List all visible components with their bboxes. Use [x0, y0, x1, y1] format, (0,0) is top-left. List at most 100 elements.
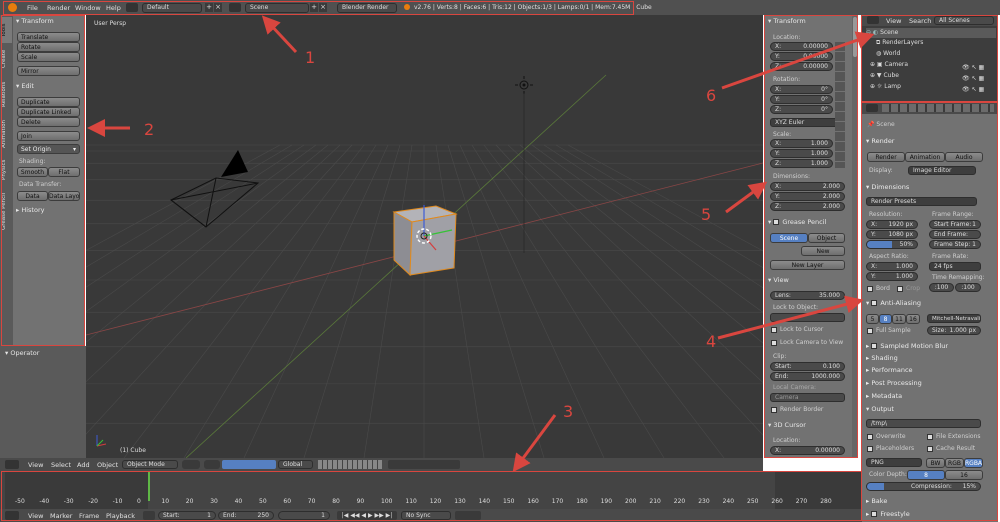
placeholders-checkbox[interactable]: Placeholders	[867, 445, 914, 452]
outliner-item-cube[interactable]: ⊕ ▼ Cube	[870, 72, 899, 79]
crop-checkbox[interactable]: Crop	[897, 285, 920, 292]
bake-section[interactable]: ▸ Bake	[862, 496, 998, 506]
outliner-item-renderlayers[interactable]: ⧉ RenderLayers	[876, 39, 923, 47]
dimension-z-field[interactable]: Z: 2.000	[770, 202, 845, 211]
cache-result-check[interactable]	[927, 445, 933, 452]
full-sample-checkbox[interactable]: Full Sample	[867, 327, 911, 334]
timeline-menu-frame[interactable]: Frame	[79, 512, 99, 520]
display-selector[interactable]: Image Editor	[908, 166, 976, 175]
menu-object[interactable]: Object	[97, 461, 118, 469]
render-border-checkbox[interactable]: Render Border	[771, 406, 823, 413]
join-button[interactable]: Join	[17, 131, 80, 141]
preview-range-icon[interactable]	[143, 511, 155, 520]
aa-size-field[interactable]: Size: 1.000 px	[927, 326, 981, 335]
properties-editor-icon[interactable]	[866, 104, 878, 112]
3d-viewport[interactable]: User Persp (1) Cube	[86, 15, 763, 458]
end-frame-field[interactable]: End: 250	[218, 511, 274, 520]
motion-blur-check[interactable]	[871, 343, 878, 349]
clip-end-field[interactable]: End: 1000.000	[770, 372, 845, 381]
mirror-button[interactable]: Mirror	[17, 66, 80, 76]
remap-new-field[interactable]: :100	[955, 283, 981, 292]
context-tabs[interactable]	[882, 104, 994, 112]
mode-selector[interactable]: Object Mode	[122, 460, 178, 469]
operator-title[interactable]: ▾ Operator	[5, 349, 39, 357]
anti-aliasing-section[interactable]: ▾ Anti-Aliasing	[862, 298, 998, 308]
end-frame-prop[interactable]: End Frame:250	[929, 230, 981, 239]
render-border-check[interactable]	[771, 406, 777, 413]
start-frame-prop[interactable]: Start Frame: 1	[929, 220, 981, 229]
aa-samples-5[interactable]: 5	[866, 314, 879, 324]
output-path-field[interactable]: /tmp\	[866, 419, 981, 428]
tab-relations[interactable]: Relations	[1, 75, 12, 113]
outliner-item-camera[interactable]: ⊕ ▣ Camera	[870, 61, 908, 68]
remove-scene-icon[interactable]: ×	[319, 3, 327, 12]
scene-icon[interactable]	[229, 3, 241, 12]
orientation-selector[interactable]: Global	[278, 460, 313, 469]
lock-to-cursor-checkbox[interactable]: Lock to Cursor	[771, 326, 823, 333]
render-section[interactable]: ▾ Render	[862, 136, 998, 146]
tab-tools[interactable]: Tools	[1, 17, 12, 43]
compression-slider[interactable]: Compression: 15%	[866, 482, 981, 491]
file-extensions-checkbox[interactable]: File Extensions	[927, 433, 981, 440]
render-engine-selector[interactable]: Blender Render	[337, 3, 397, 13]
audio-button[interactable]: Audio	[945, 152, 983, 162]
outliner-editor-icon[interactable]	[867, 16, 879, 24]
shading-section[interactable]: ▸ Shading	[862, 353, 998, 363]
start-frame-field[interactable]: Start: 1	[158, 511, 216, 520]
timeline-menu-playback[interactable]: Playback	[106, 512, 135, 520]
timeline-editor-icon[interactable]	[5, 511, 19, 520]
visibility-icons[interactable]: 👁 ↖ ▦ 👁 ↖ ▦ 👁 ↖ ▦	[962, 62, 984, 95]
sync-selector[interactable]: No Sync	[401, 511, 451, 520]
outliner-item-world[interactable]: ◍ World	[876, 50, 900, 57]
color-depth-16[interactable]: 16	[945, 470, 983, 480]
frame-rate-selector[interactable]: 24 fps	[929, 262, 981, 271]
dimension-x-field[interactable]: X: 2.000	[770, 182, 845, 191]
menu-view[interactable]: View	[28, 461, 43, 469]
layout-icon[interactable]	[126, 3, 138, 12]
location-z-field[interactable]: Z: 0.00000	[770, 62, 833, 71]
aa-samples-16[interactable]: 16	[906, 314, 920, 324]
location-y-field[interactable]: Y: 0.00000	[770, 52, 833, 61]
cursor-x-field[interactable]: X: 0.00000	[770, 446, 845, 455]
current-frame-marker[interactable]	[148, 471, 150, 501]
manipulator-toggle[interactable]	[222, 460, 276, 469]
snap-tools[interactable]	[388, 460, 460, 469]
lock-cursor-check[interactable]	[771, 326, 777, 333]
remove-layout-icon[interactable]: ×	[214, 3, 222, 12]
camera-object[interactable]	[166, 150, 276, 240]
file-format-selector[interactable]: PNG	[866, 458, 922, 467]
data-button[interactable]: Data	[17, 191, 48, 201]
duplicate-button[interactable]: Duplicate	[17, 97, 80, 107]
rotation-y-field[interactable]: Y: 0°	[770, 95, 833, 104]
menu-add[interactable]: Add	[77, 461, 90, 469]
freestyle-check[interactable]	[871, 511, 878, 517]
shading-selector[interactable]	[182, 460, 200, 469]
gp-new-button[interactable]: New	[801, 246, 845, 256]
delete-button[interactable]: Delete	[17, 117, 80, 127]
editor-type-icon[interactable]	[5, 460, 19, 469]
motion-blur-section[interactable]: ▸ Sampled Motion Blur	[862, 341, 998, 351]
gp-scene-button[interactable]: Scene	[770, 233, 808, 243]
rotation-mode-selector[interactable]: XYZ Euler	[770, 118, 845, 127]
dimensions-section[interactable]: ▾ Dimensions	[862, 182, 998, 192]
scale-z-field[interactable]: Z: 1.000	[770, 159, 833, 168]
resolution-y-field[interactable]: Y: 1080 px	[866, 230, 918, 239]
lock-object-field[interactable]	[770, 313, 845, 322]
scale-x-field[interactable]: X: 1.000	[770, 139, 833, 148]
gp-new-layer-button[interactable]: New Layer	[770, 260, 845, 270]
npanel-scrollbar[interactable]	[852, 15, 858, 458]
layout-selector[interactable]: Default	[142, 3, 202, 13]
keying-icon[interactable]	[455, 511, 481, 520]
rotation-z-field[interactable]: Z: 0°	[770, 105, 833, 114]
file-extensions-check[interactable]	[927, 433, 933, 440]
aspect-x-field[interactable]: X: 1.000	[866, 262, 918, 271]
frame-step-prop[interactable]: Frame Step: 1	[929, 240, 981, 249]
menu-window[interactable]: Window	[75, 4, 101, 12]
overwrite-check[interactable]	[867, 433, 873, 440]
overwrite-checkbox[interactable]: Overwrite	[867, 433, 906, 440]
border-checkbox[interactable]: Bord	[867, 285, 890, 292]
tab-physics[interactable]: Physics	[1, 155, 12, 185]
rotate-button[interactable]: Rotate	[17, 42, 80, 52]
resolution-percent-slider[interactable]: 50%	[866, 240, 918, 249]
transform-panel-title[interactable]: ▾ Transform	[16, 17, 54, 25]
